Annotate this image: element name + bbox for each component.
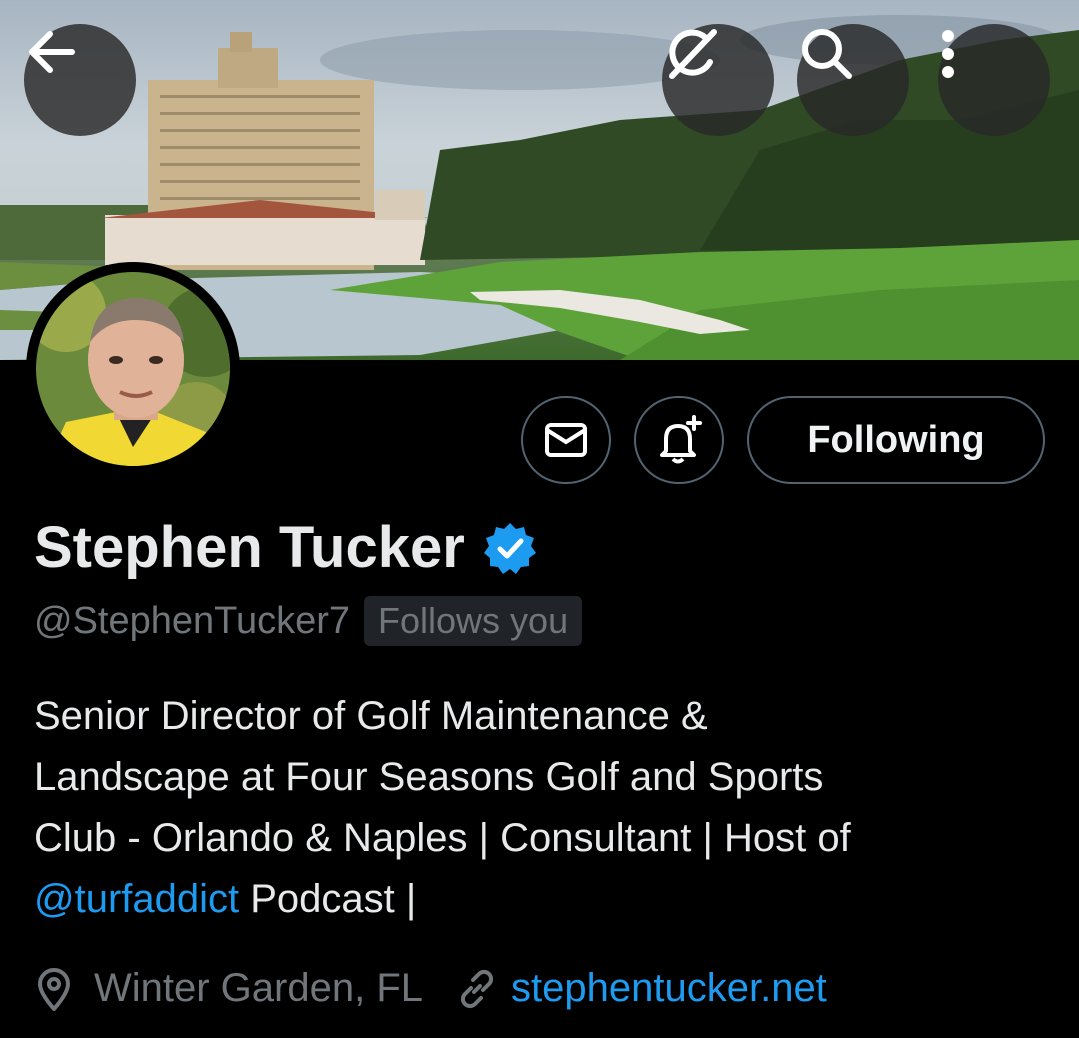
message-button[interactable] <box>521 396 611 484</box>
avatar-photo <box>36 272 230 466</box>
profile-avatar[interactable] <box>26 262 240 476</box>
bio-line-2: Landscape at Four Seasons Golf and Sport… <box>34 755 824 799</box>
bio-line-4: @turfaddict Podcast | <box>34 869 1054 930</box>
follows-you-badge: Follows you <box>364 596 583 646</box>
search-icon <box>802 29 852 79</box>
profile-name: Stephen Tucker <box>34 515 465 580</box>
grok-button[interactable] <box>662 24 774 136</box>
profile-meta-row: Winter Garden, FL stephentucker.net <box>34 966 827 1011</box>
more-vertical-icon <box>942 30 954 78</box>
profile-handle: @StephenTucker7 <box>34 599 351 642</box>
profile-bio: Senior Director of Golf Maintenance & La… <box>34 686 1054 930</box>
location-pin-icon <box>38 967 70 1011</box>
following-label: Following <box>807 418 985 461</box>
link-icon <box>460 969 494 1008</box>
bio-tail: Podcast | <box>239 877 417 921</box>
notifications-button[interactable] <box>634 396 724 484</box>
back-button[interactable] <box>24 24 136 136</box>
bio-line-3: Club - Orlando & Naples | Consultant | H… <box>34 816 851 860</box>
more-button[interactable] <box>938 24 1050 136</box>
bio-line-1: Senior Director of Golf Maintenance & <box>34 694 708 738</box>
bio-mention-link[interactable]: @turfaddict <box>34 877 239 921</box>
verified-badge-icon[interactable] <box>483 521 537 575</box>
profile-website-link[interactable]: stephentucker.net <box>511 966 827 1011</box>
profile-name-row: Stephen Tucker <box>34 514 537 581</box>
envelope-icon <box>545 423 587 457</box>
following-button[interactable]: Following <box>747 396 1045 484</box>
grok-icon <box>669 29 717 79</box>
profile-location: Winter Garden, FL <box>94 966 424 1010</box>
handle-row: @StephenTucker7 Follows you <box>34 596 583 646</box>
search-button[interactable] <box>797 24 909 136</box>
arrow-left-icon <box>29 31 75 73</box>
bell-plus-icon <box>660 415 702 464</box>
